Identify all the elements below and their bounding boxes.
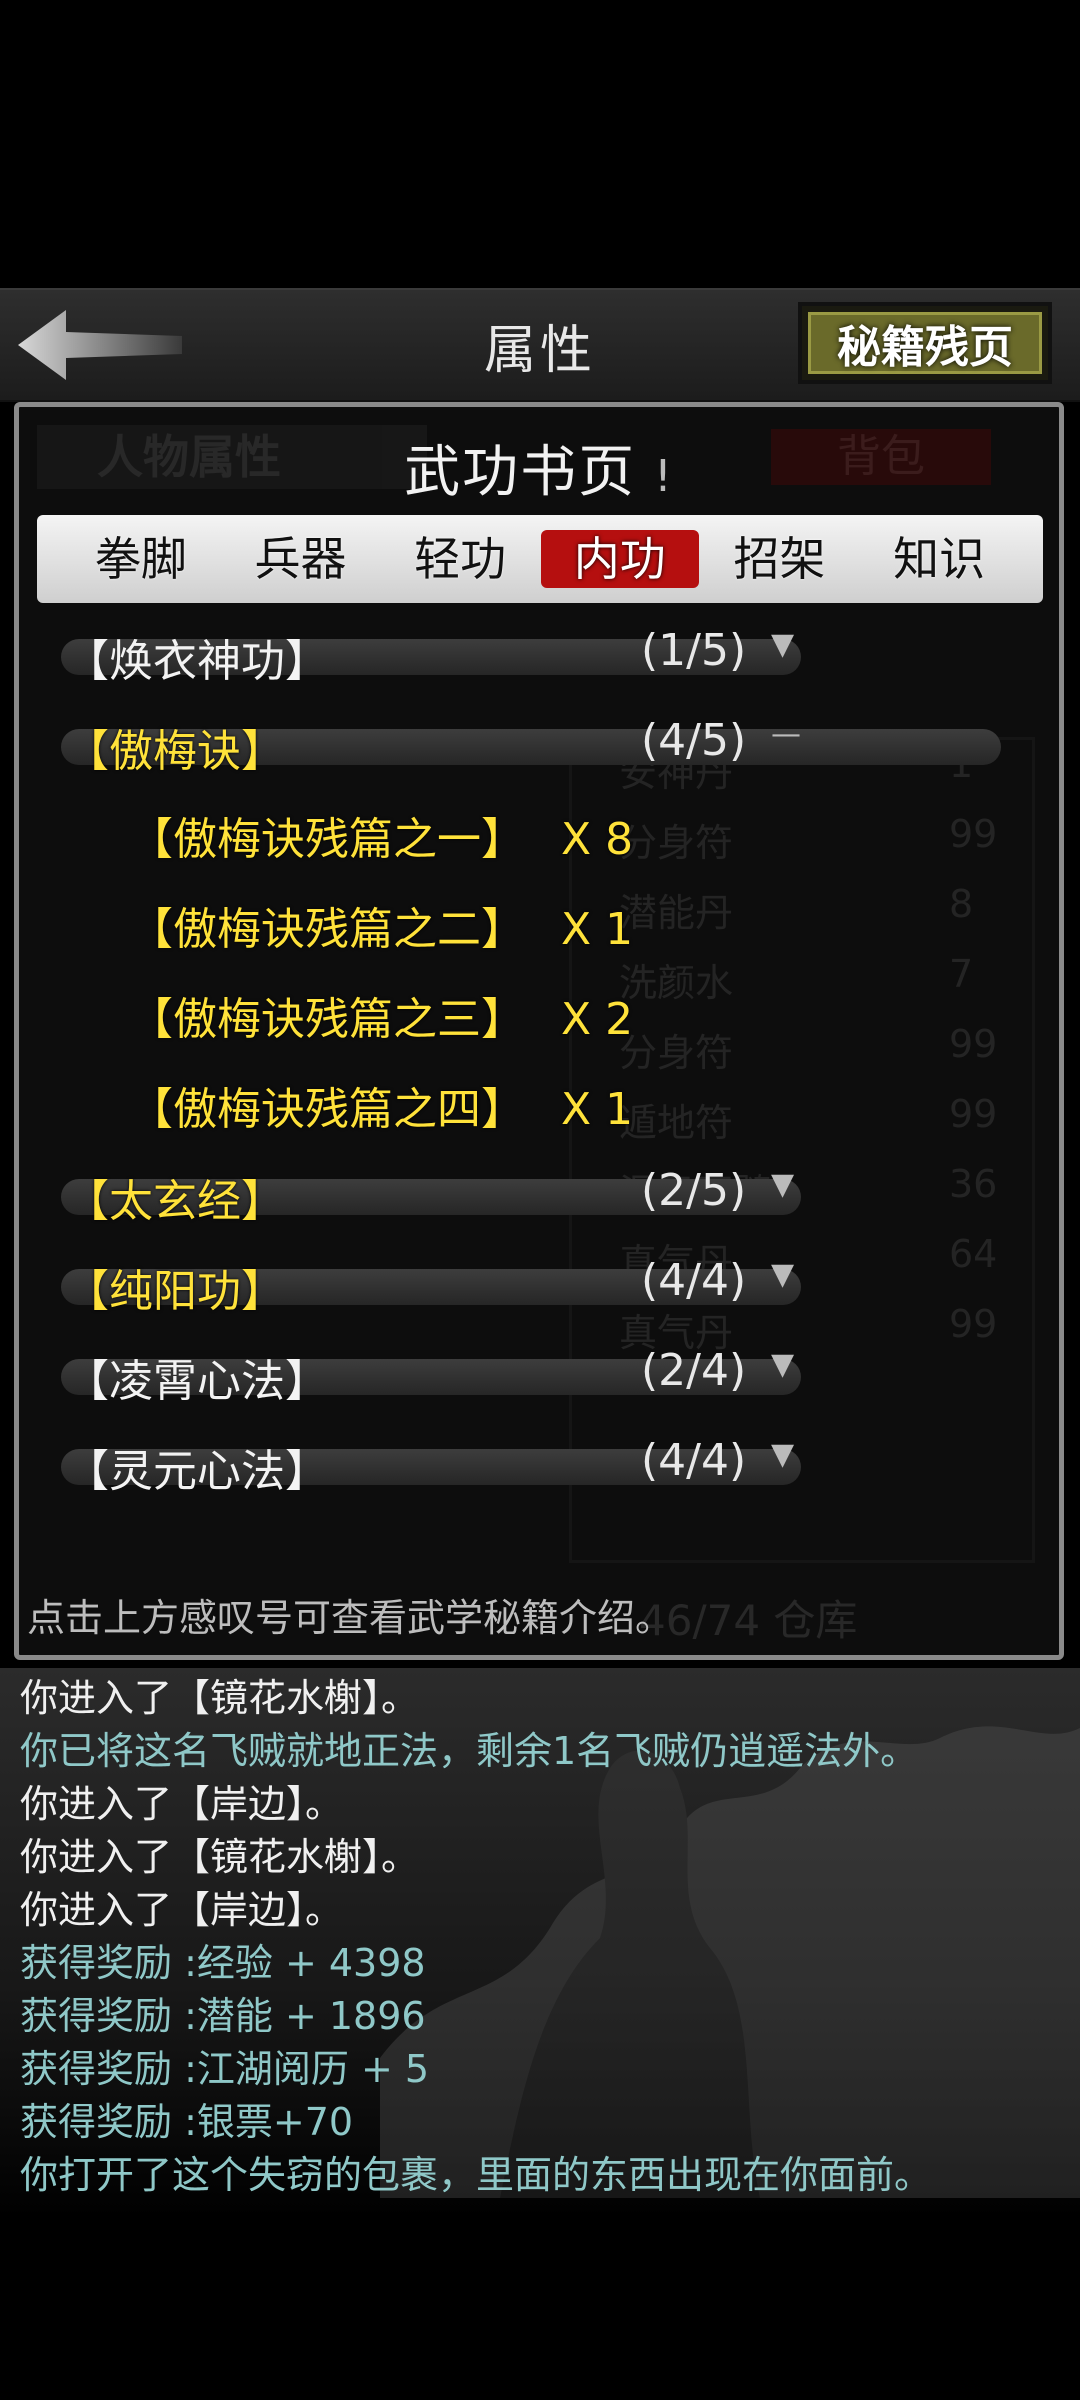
log-line: 你打开了这个失窃的包裹，里面的东西出现在你面前。 (20, 2153, 933, 2197)
tab-5[interactable]: 招架 (700, 530, 858, 588)
fragment-name: 【傲梅诀残篇之一】 (129, 814, 525, 865)
log-line: 获得奖励 :经验 + 4398 (20, 1941, 426, 1985)
fragment-row[interactable]: 【傲梅诀残篇之四】 X 1 (19, 1057, 1059, 1147)
skill-name: 【纯阳功】 (65, 1266, 285, 1317)
secret-pages-button-label: 秘籍残页 (808, 312, 1042, 374)
fragment-qty: X 1 (561, 904, 634, 955)
expand-icon[interactable]: ▼ (771, 627, 794, 662)
skill-row[interactable]: 【灵元心法】 (4/4) ▼ (19, 1417, 1059, 1507)
collapse-icon[interactable]: — (771, 717, 801, 752)
secret-pages-button[interactable]: 秘籍残页 (798, 302, 1052, 384)
expand-icon[interactable]: ▼ (771, 1167, 794, 1202)
fragment-item: 【傲梅诀残篇之一】 X 8 (129, 803, 633, 867)
skill-row[interactable]: 【纯阳功】 (4/4) ▼ (19, 1237, 1059, 1327)
skill-row[interactable]: 【太玄经】 (2/5) ▼ (19, 1147, 1059, 1237)
tab-3[interactable]: 轻功 (381, 530, 539, 588)
header-bar: 属性 秘籍残页 (0, 288, 1080, 402)
panel-hint: 点击上方感叹号可查看武学秘籍介绍。 (27, 1596, 674, 1640)
skill-name: 【灵元心法】 (65, 1446, 329, 1497)
tab-1[interactable]: 拳脚 (62, 530, 220, 588)
expand-icon[interactable]: ▼ (771, 1347, 794, 1382)
fragment-name: 【傲梅诀残篇之三】 (129, 994, 525, 1045)
fragment-item: 【傲梅诀残篇之三】 X 2 (129, 983, 633, 1047)
fragment-row[interactable]: 【傲梅诀残篇之一】 X 8 (19, 787, 1059, 877)
top-status-area (0, 0, 1080, 288)
fragment-name: 【傲梅诀残篇之四】 (129, 1084, 525, 1135)
tab-4[interactable]: 内功 (540, 530, 699, 588)
message-log: 你进入了【镜花水榭】。 你已将这名飞贼就地正法，剩余1名飞贼仍逍遥法外。 你进入了【… (0, 1668, 1080, 2218)
skill-list: 【焕衣神功】 (1/5) ▼ 【傲梅诀】 (4/5) — 【傲梅诀残篇之一】 X 8 【傲梅诀残… (19, 607, 1059, 1507)
skill-count: (1/5) (641, 625, 747, 676)
fragment-qty: X 2 (561, 994, 634, 1045)
log-line: 获得奖励 :银票+70 (20, 2100, 354, 2144)
info-exclaim-icon[interactable]: ! (654, 451, 674, 502)
fragment-item: 【傲梅诀残篇之四】 X 1 (129, 1073, 633, 1137)
fragment-row[interactable]: 【傲梅诀残篇之二】 X 1 (19, 877, 1059, 967)
skill-name: 【傲梅诀】 (65, 726, 285, 777)
skill-count: (4/4) (641, 1255, 747, 1306)
panel-title: 武功书页! (19, 427, 1059, 508)
log-line: 你进入了【镜花水榭】。 (20, 1676, 420, 1720)
skill-row[interactable]: 【傲梅诀】 (4/5) — (19, 697, 1059, 787)
tab-6[interactable]: 知识 (860, 530, 1018, 588)
skill-count: (4/4) (641, 1435, 747, 1486)
panel-title-text: 武功书页 (404, 440, 637, 505)
skill-count: (2/5) (641, 1165, 747, 1216)
log-line: 获得奖励 :潜能 + 1896 (20, 1994, 426, 2038)
skill-count: (4/5) (641, 715, 747, 766)
log-line: 获得奖励 :江湖阅历 + 5 (20, 2047, 430, 2091)
fragment-qty: X 8 (561, 814, 634, 865)
fragment-row[interactable]: 【傲梅诀残篇之三】 X 2 (19, 967, 1059, 1057)
fragment-name: 【傲梅诀残篇之二】 (129, 904, 525, 955)
expand-icon[interactable]: ▼ (771, 1257, 794, 1292)
log-line: 你已将这名飞贼就地正法，剩余1名飞贼仍逍遥法外。 (20, 1729, 919, 1773)
fragment-qty: X 1 (561, 1084, 634, 1135)
skill-name: 【凌霄心法】 (65, 1356, 329, 1407)
log-line: 你进入了【岸边】。 (20, 1782, 344, 1826)
log-line: 你进入了【镜花水榭】。 (20, 1835, 420, 1879)
skill-count: (2/4) (641, 1345, 747, 1396)
log-line: 你进入了【岸边】。 (20, 1888, 344, 1932)
skill-row[interactable]: 【凌霄心法】 (2/4) ▼ (19, 1327, 1059, 1417)
tab-2[interactable]: 兵器 (221, 530, 379, 588)
category-tabbar: 拳脚 兵器 轻功 内功 招架 知识 (37, 515, 1043, 603)
skill-name: 【太玄经】 (65, 1176, 285, 1227)
expand-icon[interactable]: ▼ (771, 1437, 794, 1472)
skill-row[interactable]: 【焕衣神功】 (1/5) ▼ (19, 607, 1059, 697)
skill-name: 【焕衣神功】 (65, 636, 329, 687)
fragment-item: 【傲梅诀残篇之二】 X 1 (129, 893, 633, 957)
martial-book-panel: 人物属性 背包 安神丹1分身符99潜能丹8洗颜水7分身符99遁地符99混元石髓3… (14, 402, 1064, 1660)
